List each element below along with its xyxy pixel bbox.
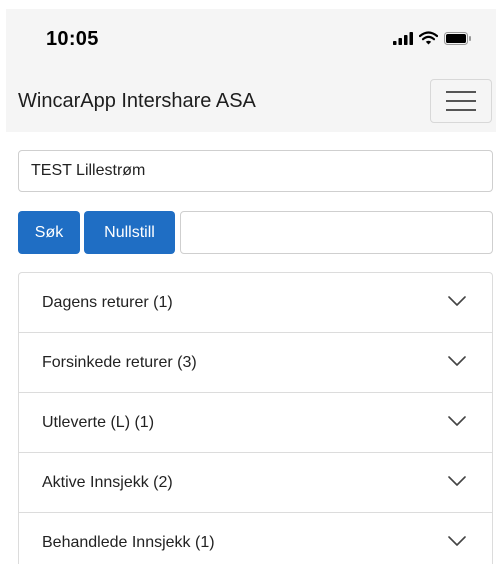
- status-time: 10:05: [46, 28, 99, 50]
- app-page: 10:05 WincarApp Intershare ASA TEST Lill…: [0, 0, 500, 564]
- battery-icon: [444, 31, 471, 45]
- accordion-item-dagens-returer[interactable]: Dagens returer (1): [19, 273, 492, 333]
- hamburger-menu-icon: [446, 91, 476, 111]
- top-area: 10:05 WincarApp Intershare ASA: [6, 9, 496, 132]
- accordion: Dagens returer (1) Forsinkede returer (3…: [18, 272, 493, 564]
- accordion-item-label: Forsinkede returer (3): [42, 353, 197, 371]
- accordion-item-utleverte[interactable]: Utleverte (L) (1): [19, 393, 492, 453]
- accordion-item-label: Aktive Innsjekk (2): [42, 473, 173, 491]
- accordion-item-label: Utleverte (L) (1): [42, 413, 155, 431]
- accordion-item-label: Behandlede Innsjekk (1): [42, 533, 215, 551]
- accordion-item-label: Dagens returer (1): [42, 293, 173, 311]
- accordion-item-behandlede-innsjekk[interactable]: Behandlede Innsjekk (1): [19, 513, 492, 564]
- accordion-item-aktive-innsjekk[interactable]: Aktive Innsjekk (2): [19, 453, 492, 513]
- search-button[interactable]: Søk: [18, 211, 80, 254]
- chevron-down-icon: [448, 356, 466, 366]
- navbar-brand[interactable]: WincarApp Intershare ASA: [18, 90, 256, 113]
- navbar: WincarApp Intershare ASA: [6, 71, 496, 131]
- reset-button[interactable]: Nullstill: [84, 211, 175, 254]
- wifi-icon: [419, 31, 438, 45]
- status-bar: 10:05: [6, 9, 496, 69]
- menu-toggle-button[interactable]: [430, 79, 492, 123]
- chevron-down-icon: [448, 536, 466, 546]
- chevron-down-icon: [448, 476, 466, 486]
- accordion-item-forsinkede-returer[interactable]: Forsinkede returer (3): [19, 333, 492, 393]
- chevron-down-icon: [448, 296, 466, 306]
- status-icons: [393, 31, 472, 45]
- search-input[interactable]: [180, 211, 493, 254]
- chevron-down-icon: [448, 416, 466, 426]
- location-input[interactable]: [18, 150, 493, 192]
- cellular-signal-icon: [393, 31, 413, 45]
